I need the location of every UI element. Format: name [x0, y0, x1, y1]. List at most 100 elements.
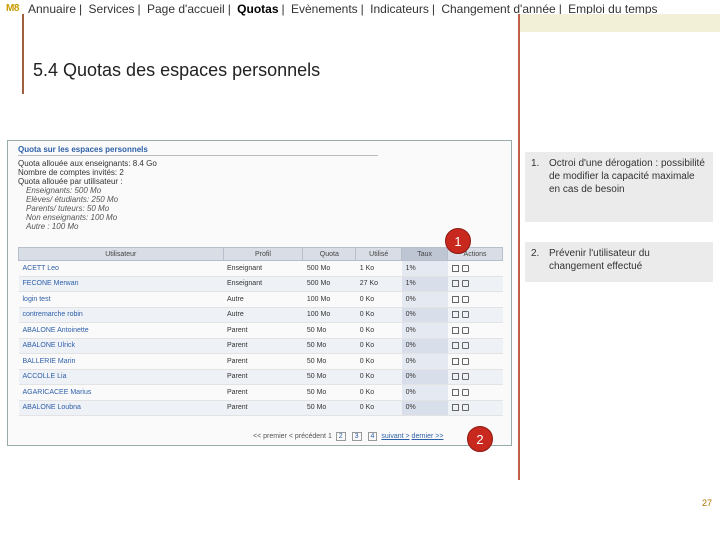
mail-icon[interactable] [461, 342, 469, 350]
pager-page[interactable]: 4 [367, 432, 378, 441]
cell-utilise: 0 Ko [355, 400, 402, 416]
cell-quota: 100 Mo [302, 307, 356, 323]
cell-quota: 50 Mo [302, 384, 356, 401]
mail-icon[interactable] [461, 280, 469, 288]
nav-separator: | [281, 2, 285, 16]
edit-icon[interactable] [451, 280, 459, 288]
cell-utilise: 27 Ko [355, 276, 402, 292]
mail-icon[interactable] [461, 373, 469, 381]
column-header-quota[interactable]: Quota [302, 247, 357, 261]
info-quota-profile: Enseignants: 500 Mo [26, 186, 102, 195]
callout-1: 1. Octroi d'une dérogation : possibilité… [525, 152, 713, 222]
cell-utilise: 0 Ko [355, 369, 402, 385]
cell-utilise: 0 Ko [355, 291, 402, 308]
pager-next[interactable]: suivant > [381, 433, 409, 440]
pager-last[interactable]: dernier >> [412, 433, 444, 440]
callout-number: 2. [531, 248, 540, 259]
edit-icon[interactable] [451, 295, 459, 303]
edit-icon[interactable] [451, 404, 459, 412]
cell-actions [447, 291, 503, 308]
cell-profil: Enseignant [223, 276, 303, 292]
edit-icon[interactable] [451, 388, 459, 396]
table-row[interactable]: ABALONE Loubna Parent 50 Mo 0 Ko 0% [18, 400, 503, 416]
cell-actions [447, 353, 503, 370]
nav-item-evenements[interactable]: Evènements [291, 2, 358, 16]
cell-taux: 0% [401, 400, 448, 416]
logo: M8 [6, 3, 19, 14]
mail-icon[interactable] [461, 264, 469, 272]
pager-page[interactable]: 2 [335, 432, 346, 441]
cell-utilisateur[interactable]: contremarche robin [18, 307, 223, 323]
mail-icon[interactable] [461, 388, 469, 396]
mail-icon[interactable] [461, 404, 469, 412]
cell-actions [447, 384, 503, 401]
pager-page[interactable]: 3 [351, 432, 362, 441]
table-row[interactable]: ABALONE Ulrick Parent 50 Mo 0 Ko 0% [18, 338, 503, 354]
cell-taux: 0% [401, 384, 448, 401]
cell-quota: 50 Mo [302, 338, 356, 354]
column-header-utilisateur[interactable]: Utilisateur [18, 247, 224, 261]
pagination: << premier < précédent 1 2 3 4 suivant >… [253, 432, 443, 441]
cell-quota: 50 Mo [302, 322, 356, 339]
table-row[interactable]: BALLERIE Marin Parent 50 Mo 0 Ko 0% [18, 353, 503, 370]
edit-icon[interactable] [451, 326, 459, 334]
edit-icon[interactable] [451, 264, 459, 272]
table-row[interactable]: ACETT Leo Enseignant 500 Mo 1 Ko 1% [18, 260, 503, 277]
edit-icon[interactable] [451, 357, 459, 365]
cell-utilisateur[interactable]: ABALONE Ulrick [18, 338, 223, 354]
cell-actions [447, 369, 503, 385]
mail-icon[interactable] [461, 295, 469, 303]
callout-number: 1. [531, 158, 540, 169]
header-band [518, 14, 720, 32]
cell-utilisateur[interactable]: ACCOLLE Lia [18, 369, 223, 385]
nav-item-annuaire[interactable]: Annuaire [28, 2, 76, 16]
quota-info: Quota allouée aux enseignants: 8.4 Go No… [18, 159, 157, 231]
cell-utilise: 0 Ko [355, 353, 402, 370]
edit-icon[interactable] [451, 311, 459, 319]
cell-utilisateur[interactable]: ABALONE Loubna [18, 400, 223, 416]
edit-icon[interactable] [451, 373, 459, 381]
cell-utilisateur[interactable]: BALLERIE Marin [18, 353, 223, 370]
cell-utilisateur[interactable]: FECONE Merwan [18, 276, 223, 292]
cell-taux: 0% [401, 291, 448, 308]
table-row[interactable]: ACCOLLE Lia Parent 50 Mo 0 Ko 0% [18, 369, 503, 385]
table-header: Utilisateur Profil Quota Utilisé Taux Ac… [18, 247, 503, 261]
table-row[interactable]: FECONE Merwan Enseignant 500 Mo 27 Ko 1% [18, 276, 503, 292]
nav-item-indicateurs[interactable]: Indicateurs [370, 2, 429, 16]
cell-quota: 500 Mo [302, 260, 356, 277]
cell-taux: 0% [401, 353, 448, 370]
nav-item-accueil[interactable]: Page d'accueil [147, 2, 225, 16]
left-divider [22, 14, 24, 94]
cell-actions [447, 400, 503, 416]
page-title: 5.4 Quotas des espaces personnels [33, 60, 321, 80]
cell-utilisateur[interactable]: login test [18, 291, 223, 308]
mail-icon[interactable] [461, 326, 469, 334]
cell-utilise: 0 Ko [355, 338, 402, 354]
edit-icon[interactable] [451, 342, 459, 350]
cell-taux: 0% [401, 307, 448, 323]
cell-utilisateur[interactable]: ABALONE Antoinette [18, 322, 223, 339]
cell-utilisateur[interactable]: AGARICACEE Marius [18, 384, 223, 401]
table-row[interactable]: ABALONE Antoinette Parent 50 Mo 0 Ko 0% [18, 322, 503, 339]
column-header-utilise[interactable]: Utilisé [355, 247, 403, 261]
nav-item-quotas[interactable]: Quotas [237, 2, 278, 16]
callout-badge-1: 1 [445, 228, 471, 254]
column-header-profil[interactable]: Profil [222, 247, 304, 261]
cell-utilisateur[interactable]: ACETT Leo [18, 260, 223, 277]
nav-separator: | [360, 2, 364, 16]
pager-prev[interactable]: < précédent [289, 433, 326, 440]
cell-taux: 0% [401, 322, 448, 339]
cell-quota: 50 Mo [302, 369, 356, 385]
nav-item-services[interactable]: Services [89, 2, 135, 16]
pager-page[interactable]: 1 [328, 433, 332, 440]
pager-first[interactable]: << premier [253, 433, 287, 440]
cell-taux: 1% [401, 276, 448, 292]
mail-icon[interactable] [461, 357, 469, 365]
table-row[interactable]: AGARICACEE Marius Parent 50 Mo 0 Ko 0% [18, 384, 503, 401]
table-row[interactable]: contremarche robin Autre 100 Mo 0 Ko 0% [18, 307, 503, 323]
column-header-taux[interactable]: Taux [401, 247, 449, 261]
screenshot-title: Quota sur les espaces personnels [18, 145, 148, 154]
mail-icon[interactable] [461, 311, 469, 319]
table-row[interactable]: login test Autre 100 Mo 0 Ko 0% [18, 291, 503, 308]
nav-separator: | [431, 2, 435, 16]
